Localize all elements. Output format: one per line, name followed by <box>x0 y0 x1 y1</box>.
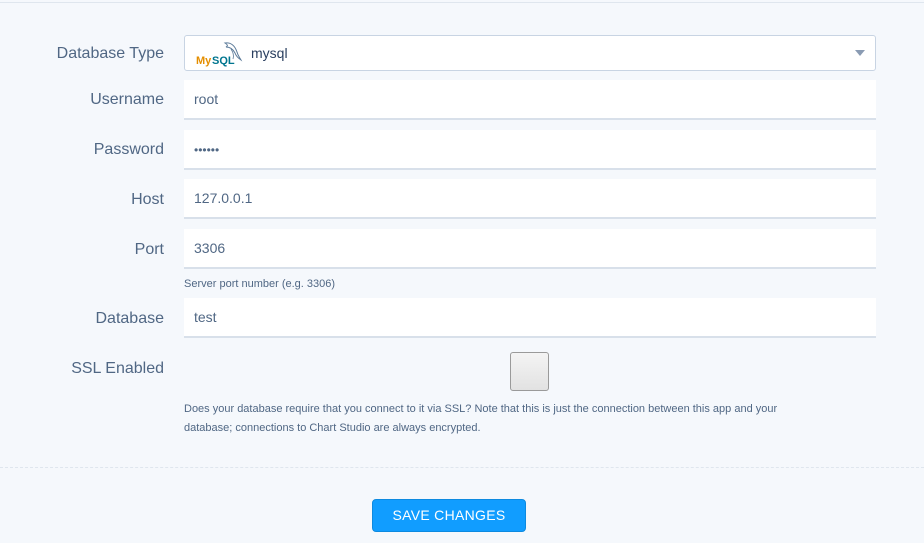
top-border <box>0 0 924 3</box>
password-input[interactable]: •••••• <box>184 130 876 170</box>
svg-text:My: My <box>196 55 212 67</box>
database-label: Database <box>95 310 165 327</box>
chevron-down-icon[interactable] <box>855 50 865 56</box>
ssl-help-text: Does your database require that you conn… <box>184 400 777 438</box>
host-input[interactable]: 127.0.0.1 <box>184 179 876 219</box>
database-input[interactable]: test <box>184 298 876 338</box>
username-input[interactable]: root <box>184 80 876 120</box>
database-type-label: Database Type <box>56 45 164 62</box>
ssl-help-line-2: database; connections to Chart Studio ar… <box>184 422 481 434</box>
database-type-select[interactable]: My SQL mysql <box>184 35 876 71</box>
host-label: Host <box>131 191 164 208</box>
ssl-help-line-1: Does your database require that you conn… <box>184 403 778 415</box>
save-changes-button[interactable]: SAVE CHANGES <box>372 499 526 532</box>
database-type-value: mysql <box>251 45 288 61</box>
port-input[interactable]: 3306 <box>184 229 876 269</box>
ssl-checkbox[interactable] <box>510 352 549 391</box>
section-divider <box>0 467 924 468</box>
port-help-text: Server port number (e.g. 3306) <box>184 278 336 290</box>
username-label: Username <box>90 91 164 108</box>
port-label: Port <box>134 241 164 258</box>
ssl-label: SSL Enabled <box>71 360 164 377</box>
svg-text:SQL: SQL <box>212 55 235 67</box>
password-label: Password <box>93 141 164 158</box>
mysql-logo-icon: My SQL <box>196 42 243 67</box>
